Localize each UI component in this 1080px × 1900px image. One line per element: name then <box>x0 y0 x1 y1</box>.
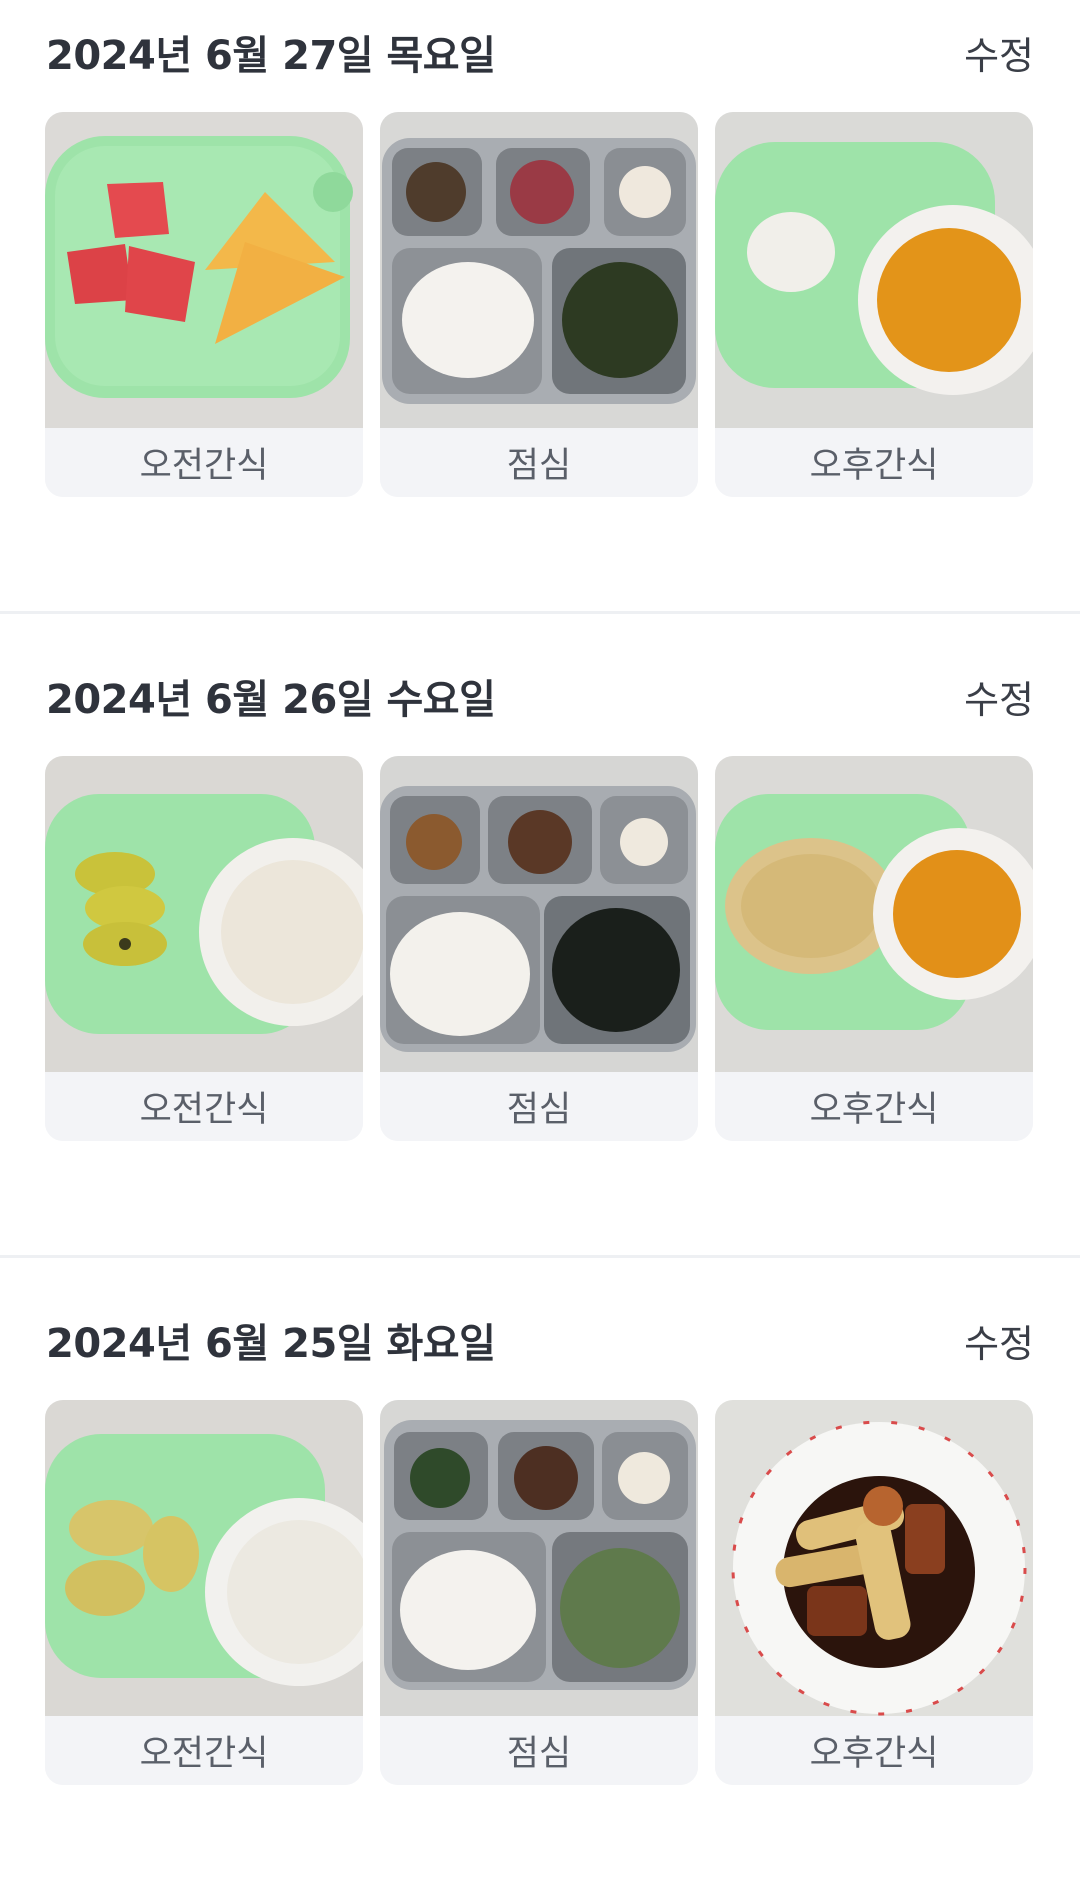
day-header: 2024년 6월 27일 목요일 수정 <box>46 22 1034 82</box>
meal-card-morning-snack[interactable]: 오전간식 <box>45 112 363 497</box>
day-title: 2024년 6월 27일 목요일 <box>46 33 496 79</box>
meal-card-lunch[interactable]: 점심 <box>380 756 698 1141</box>
section-divider <box>0 1255 1080 1258</box>
meal-label: 오후간식 <box>715 1716 1033 1785</box>
day-header: 2024년 6월 26일 수요일 수정 <box>46 666 1034 726</box>
meal-cards: 오전간식 점심 오후간식 <box>45 1400 1033 1785</box>
tteokbokki-bowl-photo <box>715 1400 1033 1716</box>
pancake-juice-tray-photo <box>715 756 1033 1072</box>
edit-button[interactable]: 수정 <box>964 25 1034 80</box>
meal-card-morning-snack[interactable]: 오전간식 <box>45 1400 363 1785</box>
meal-label: 오후간식 <box>715 1072 1033 1141</box>
meal-card-afternoon-snack[interactable]: 오후간식 <box>715 756 1033 1141</box>
meal-label: 오전간식 <box>45 1072 363 1141</box>
day-title: 2024년 6월 26일 수요일 <box>46 677 496 723</box>
meal-label: 오전간식 <box>45 428 363 497</box>
lunch-steel-tray-photo <box>380 756 698 1072</box>
meal-label: 점심 <box>380 428 698 497</box>
meal-card-lunch[interactable]: 점심 <box>380 1400 698 1785</box>
day-header: 2024년 6월 25일 화요일 수정 <box>46 1310 1034 1370</box>
meal-cards: 오전간식 점심 오후간식 <box>45 112 1033 497</box>
meal-label: 오후간식 <box>715 428 1033 497</box>
meal-cards: 오전간식 점심 오후간식 <box>45 756 1033 1141</box>
kiwi-milk-tray-photo <box>45 756 363 1072</box>
lunch-steel-tray-photo <box>380 1400 698 1716</box>
meal-label: 점심 <box>380 1072 698 1141</box>
edit-button[interactable]: 수정 <box>964 1313 1034 1368</box>
meal-card-afternoon-snack[interactable]: 오후간식 <box>715 1400 1033 1785</box>
lunch-steel-tray-photo <box>380 112 698 428</box>
banana-milk-tray-photo <box>45 1400 363 1716</box>
meal-card-lunch[interactable]: 점심 <box>380 112 698 497</box>
meal-label: 점심 <box>380 1716 698 1785</box>
egg-juice-tray-photo <box>715 112 1033 428</box>
day-section-0625: 2024년 6월 25일 화요일 수정 오전간식 점심 오후간식 <box>0 1288 1080 1900</box>
edit-button[interactable]: 수정 <box>964 669 1034 724</box>
section-divider <box>0 611 1080 614</box>
day-section-0627: 2024년 6월 27일 목요일 수정 오전간식 점심 오후간식 <box>0 0 1080 612</box>
meal-label: 오전간식 <box>45 1716 363 1785</box>
fruit-cheese-tray-photo <box>45 112 363 428</box>
day-section-0626: 2024년 6월 26일 수요일 수정 오전간식 점심 오후간식 <box>0 644 1080 1256</box>
day-title: 2024년 6월 25일 화요일 <box>46 1321 496 1367</box>
meal-card-afternoon-snack[interactable]: 오후간식 <box>715 112 1033 497</box>
meal-card-morning-snack[interactable]: 오전간식 <box>45 756 363 1141</box>
